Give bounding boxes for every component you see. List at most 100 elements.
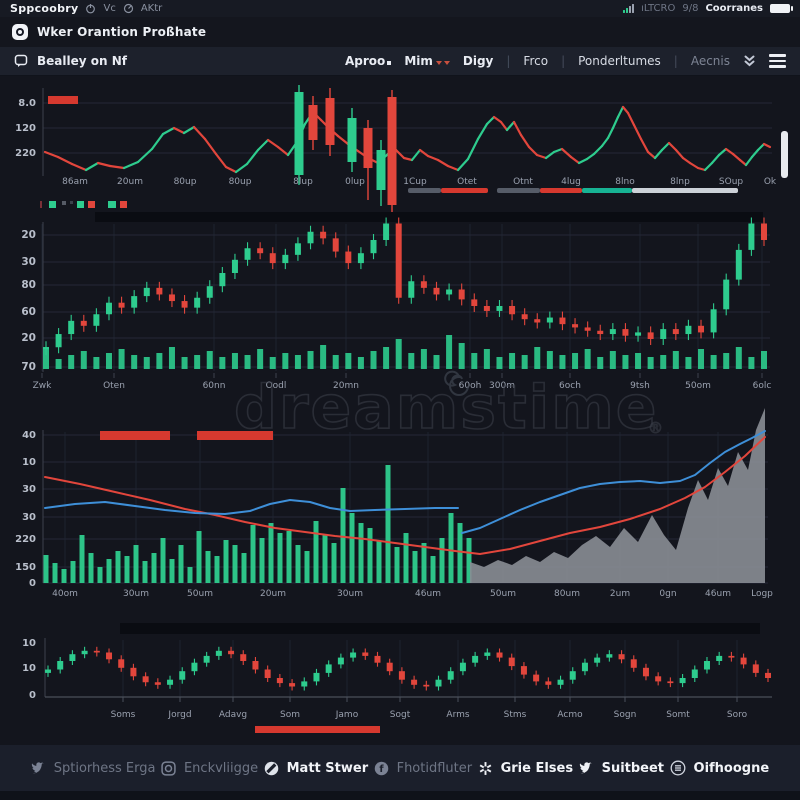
svg-text:2um: 2um bbox=[610, 589, 630, 599]
svg-text:50um: 50um bbox=[187, 589, 213, 599]
svg-text:30: 30 bbox=[22, 512, 36, 523]
svg-text:50um: 50um bbox=[490, 589, 516, 599]
svg-text:10: 10 bbox=[22, 638, 36, 649]
caret-down-icons bbox=[435, 61, 450, 65]
footer-item-matt-stwer[interactable]: Matt Stwer bbox=[264, 761, 368, 776]
vertical-scrollbar[interactable] bbox=[781, 131, 788, 178]
svg-text:80up: 80up bbox=[229, 177, 252, 187]
battery-icon bbox=[770, 4, 793, 13]
svg-text:40om: 40om bbox=[52, 589, 78, 599]
dot-icon bbox=[387, 61, 392, 65]
svg-text:20: 20 bbox=[21, 229, 36, 241]
app-title: Wker Orantion Proßhate bbox=[37, 25, 207, 39]
nav-item-ponderltumes[interactable]: Ponderltumes bbox=[578, 54, 661, 68]
footer-item-oifhoogne[interactable]: Oifhoogne bbox=[670, 760, 769, 776]
symbol-selector[interactable]: Bealley on Nf bbox=[14, 54, 127, 68]
svg-text:Stms: Stms bbox=[504, 710, 527, 720]
clock-icon bbox=[123, 3, 133, 14]
watermark: dreamstime® bbox=[233, 370, 664, 444]
nav-bar: Bealley on Nf Aproo Mim Digy | Frco | Po… bbox=[0, 47, 800, 76]
nav-item-aecnis[interactable]: Aecnis bbox=[691, 54, 730, 68]
nav-item-digy[interactable]: Digy bbox=[463, 54, 494, 68]
svg-text:46um: 46um bbox=[415, 589, 441, 599]
divider: | bbox=[673, 54, 678, 68]
svg-text:8.0: 8.0 bbox=[18, 98, 36, 109]
svg-text:SOup: SOup bbox=[719, 177, 744, 187]
svg-text:30: 30 bbox=[21, 256, 36, 268]
svg-text:150: 150 bbox=[15, 562, 36, 573]
svg-text:30: 30 bbox=[22, 484, 36, 495]
divider: | bbox=[506, 54, 511, 68]
footer-item-fhotidfluter[interactable]: f Fhotidfluter bbox=[374, 761, 472, 776]
knot-icon bbox=[479, 761, 491, 775]
svg-text:20um: 20um bbox=[260, 589, 286, 599]
top-chart: 8.0 120 220 86am 20um 80up 80up 8lup 0lup 1Cup Ote… bbox=[15, 85, 788, 214]
twitter-icon bbox=[579, 762, 592, 774]
svg-text:8lnp: 8lnp bbox=[670, 177, 690, 187]
trading-dashboard: Sppcoobry Vc AKtr ıLTCRO 9/8 Coorranes W… bbox=[0, 0, 800, 800]
svg-text:70: 70 bbox=[21, 361, 36, 373]
bottom-chart: 10 10 0 Soms Jorgd Adavg Som Jamo Sogt Arms Stms Ac… bbox=[22, 623, 772, 733]
nav-item-frco[interactable]: Frco bbox=[523, 54, 548, 68]
svg-text:40: 40 bbox=[22, 430, 36, 441]
svg-text:Arms: Arms bbox=[446, 710, 469, 720]
svg-text:60: 60 bbox=[21, 306, 36, 318]
svg-text:20um: 20um bbox=[117, 177, 143, 187]
svg-text:Somt: Somt bbox=[666, 710, 690, 720]
facebook-icon: f bbox=[374, 761, 388, 775]
svg-text:Acmo: Acmo bbox=[557, 710, 583, 720]
svg-text:Ok: Ok bbox=[764, 177, 777, 187]
menu-circle-icon bbox=[670, 760, 685, 776]
title-bar: Wker Orantion Proßhate bbox=[0, 17, 800, 47]
status-title: Sppcoobry bbox=[10, 2, 79, 15]
bird-icon bbox=[31, 762, 44, 774]
svg-text:4lug: 4lug bbox=[561, 177, 581, 187]
nav-item-mim[interactable]: Mim bbox=[404, 54, 450, 68]
svg-text:Jamo: Jamo bbox=[335, 710, 359, 720]
chat-icon bbox=[14, 54, 28, 67]
nav-item-aproo[interactable]: Aproo bbox=[345, 54, 392, 68]
svg-text:Otet: Otet bbox=[457, 177, 477, 187]
svg-text:220: 220 bbox=[15, 534, 36, 545]
bottom-strip bbox=[0, 791, 800, 800]
svg-text:dreamstime: dreamstime bbox=[234, 373, 658, 443]
svg-text:60nn: 60nn bbox=[203, 381, 226, 391]
status-item: Vc bbox=[103, 3, 116, 14]
svg-text:30um: 30um bbox=[337, 589, 363, 599]
chevron-double-down-icon[interactable] bbox=[743, 54, 756, 68]
power-icon bbox=[86, 4, 96, 14]
status-item: AKtr bbox=[140, 3, 163, 14]
svg-text:80up: 80up bbox=[174, 177, 197, 187]
charts-area: 8.0 120 220 86am 20um 80up 80up 8lup 0lup 1Cup Ote… bbox=[0, 76, 800, 745]
divider: | bbox=[561, 54, 566, 68]
status-bar: Sppcoobry Vc AKtr ıLTCRO 9/8 Coorranes bbox=[0, 0, 800, 17]
svg-text:Sogn: Sogn bbox=[614, 710, 637, 720]
main-chart: 203080602070Zwk Oten 60nn Oodl 20mn 60oh 300m 6… bbox=[21, 201, 771, 391]
svg-text:8lup: 8lup bbox=[293, 177, 313, 187]
footer-item-grie-elses[interactable]: Grie Elses bbox=[478, 761, 573, 776]
disc-icon bbox=[264, 761, 278, 775]
svg-text:46um: 46um bbox=[705, 589, 731, 599]
svg-text:30um: 30um bbox=[123, 589, 149, 599]
svg-text:Jorgd: Jorgd bbox=[167, 710, 191, 720]
footer-item-sptiorhess[interactable]: Sptiorhess Erga bbox=[31, 761, 155, 776]
svg-text:1Cup: 1Cup bbox=[403, 177, 427, 187]
symbol-label: Bealley on Nf bbox=[37, 54, 127, 68]
svg-text:Otnt: Otnt bbox=[513, 177, 533, 187]
charts-canvas[interactable]: 8.0 120 220 86am 20um 80up 80up 8lup 0lup 1Cup Ote… bbox=[0, 76, 800, 745]
svg-text:86am: 86am bbox=[62, 177, 88, 187]
network-label: ıLTCRO bbox=[641, 3, 676, 14]
svg-text:6olc: 6olc bbox=[753, 381, 772, 391]
svg-text:Zwk: Zwk bbox=[33, 381, 53, 391]
svg-text:Som: Som bbox=[280, 710, 300, 720]
svg-text:20: 20 bbox=[21, 332, 36, 344]
ratio-label: 9/8 bbox=[682, 3, 699, 14]
svg-text:0gn: 0gn bbox=[659, 589, 676, 599]
svg-text:10: 10 bbox=[22, 457, 36, 468]
svg-text:Oten: Oten bbox=[103, 381, 125, 391]
menu-icon[interactable] bbox=[769, 54, 786, 68]
svg-text:Adavg: Adavg bbox=[219, 710, 247, 720]
svg-text:50om: 50om bbox=[685, 381, 711, 391]
footer-item-enckvliigge[interactable]: Enckvliigge bbox=[161, 761, 258, 776]
footer-item-suitbeet[interactable]: Suitbeet bbox=[579, 761, 664, 776]
